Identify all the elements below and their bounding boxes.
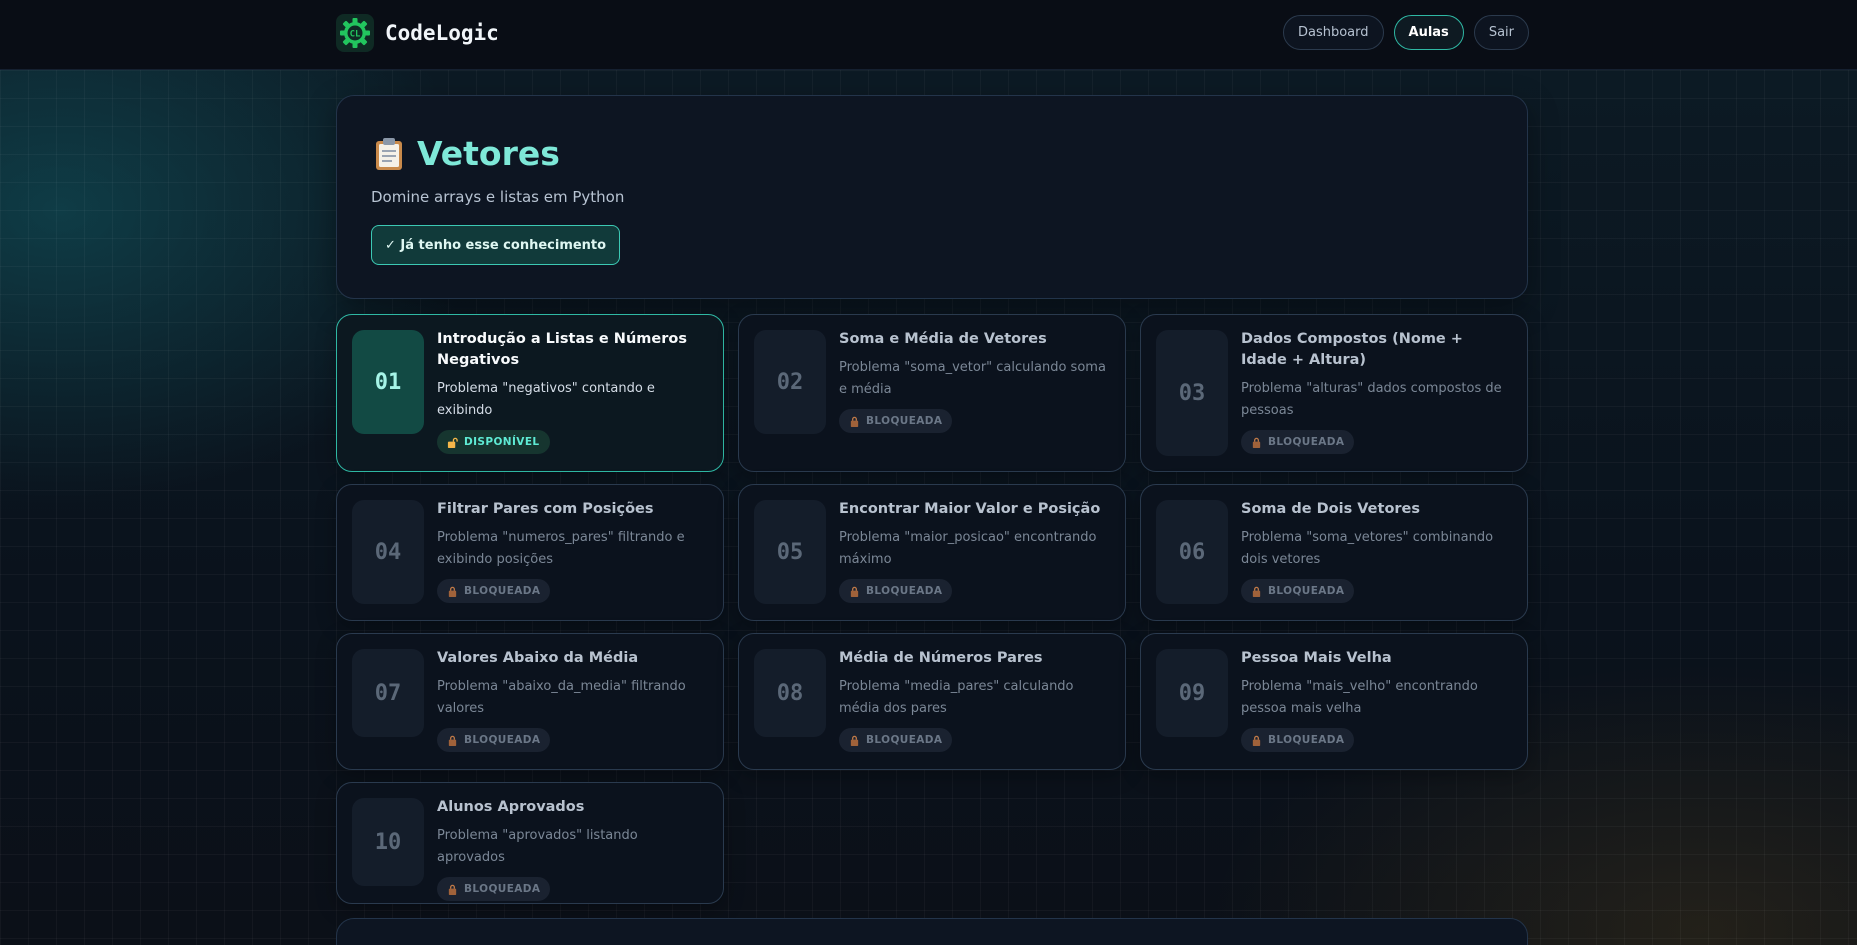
- lesson-number: 07: [352, 649, 424, 737]
- lesson-number: 05: [754, 500, 826, 604]
- lock-icon: [1252, 735, 1261, 746]
- lock-icon: [1252, 437, 1261, 448]
- lesson-status-badge: BLOQUEADA: [437, 877, 551, 901]
- lesson-number: 01: [352, 330, 424, 434]
- lesson-status-label: BLOQUEADA: [1268, 734, 1345, 746]
- lesson-number: 06: [1156, 500, 1228, 604]
- lesson-description: Problema "soma_vetor" calculando soma e …: [839, 360, 1106, 397]
- lesson-body: Soma de Dois Vetores Problema "soma_vetor…: [1241, 499, 1513, 603]
- lesson-status-label: BLOQUEADA: [866, 415, 943, 427]
- module-subtitle: Domine arrays e listas em Python: [371, 188, 625, 206]
- lesson-number: 08: [754, 649, 826, 737]
- module-title-row: Vetores: [375, 134, 560, 173]
- lesson-status-badge: DISPONÍVEL: [437, 430, 550, 454]
- lesson-body: Valores Abaixo da Média Problema "abaixo_…: [437, 648, 709, 752]
- next-section-card: [336, 918, 1528, 945]
- lesson-card[interactable]: 04 Filtrar Pares com Posições Problema "nu…: [336, 484, 724, 621]
- gear-logo-icon: CL: [336, 14, 374, 52]
- lesson-card[interactable]: 06 Soma de Dois Vetores Problema "soma_vet…: [1140, 484, 1528, 621]
- lesson-title: Soma e Média de Vetores: [839, 331, 1047, 347]
- lesson-status-label: BLOQUEADA: [464, 883, 541, 895]
- nav-sair-button[interactable]: Sair: [1473, 15, 1529, 50]
- lesson-number: 02: [754, 330, 826, 434]
- brand-name: CodeLogic: [385, 21, 499, 45]
- lesson-title: Alunos Aprovados: [437, 799, 585, 815]
- lesson-card[interactable]: 07 Valores Abaixo da Média Problema "abaix…: [336, 633, 724, 770]
- lesson-status-badge: BLOQUEADA: [839, 728, 953, 752]
- lesson-description: Problema "negativos" contando e exibindo: [437, 381, 655, 418]
- lesson-description: Problema "maior_posicao" encontrando máx…: [839, 530, 1097, 567]
- lesson-status-label: BLOQUEADA: [1268, 436, 1345, 448]
- nav-aulas-button[interactable]: Aulas: [1393, 15, 1464, 50]
- lesson-number: 03: [1156, 330, 1228, 456]
- lesson-body: Média de Números Pares Problema "media_pa…: [839, 648, 1111, 752]
- lesson-description: Problema "soma_vetores" combinando dois …: [1241, 530, 1494, 567]
- lock-icon: [448, 884, 457, 895]
- lesson-description: Problema "aprovados" listando aprovados: [437, 828, 638, 865]
- lesson-description: Problema "numeros_pares" filtrando e exi…: [437, 530, 685, 567]
- lesson-status-label: BLOQUEADA: [1268, 585, 1345, 597]
- lock-icon: [850, 586, 859, 597]
- lesson-status-label: BLOQUEADA: [464, 734, 541, 746]
- lesson-body: Introdução a Listas e Números Negativos P…: [437, 329, 709, 454]
- already-known-button[interactable]: ✓ Já tenho esse conhecimento: [371, 225, 621, 265]
- top-navbar: CL CodeLogic Dashboard Aulas Sair: [0, 0, 1857, 70]
- lesson-number: 10: [352, 798, 424, 886]
- lesson-body: Pessoa Mais Velha Problema "mais_velho" e…: [1241, 648, 1513, 752]
- lesson-title: Introdução a Listas e Números Negativos: [437, 331, 687, 368]
- svg-text:CL: CL: [350, 30, 361, 40]
- lesson-status-label: BLOQUEADA: [464, 585, 541, 597]
- lock-icon: [448, 735, 457, 746]
- lesson-card[interactable]: 08 Média de Números Pares Problema "media_…: [738, 633, 1126, 770]
- module-header-card: Vetores Domine arrays e listas em Python…: [336, 95, 1528, 299]
- lesson-card[interactable]: 09 Pessoa Mais Velha Problema "mais_velho"…: [1140, 633, 1528, 770]
- module-title: Vetores: [417, 134, 560, 173]
- lesson-status-label: BLOQUEADA: [866, 734, 943, 746]
- lock-icon: [1252, 586, 1261, 597]
- lesson-card[interactable]: 05 Encontrar Maior Valor e Posição Problem…: [738, 484, 1126, 621]
- lesson-description: Problema "media_pares" calculando média …: [839, 679, 1074, 716]
- unlock-icon: [447, 437, 458, 448]
- lock-icon: [448, 586, 457, 597]
- lock-icon: [850, 735, 859, 746]
- lesson-body: Filtrar Pares com Posições Problema "nume…: [437, 499, 709, 603]
- lesson-title: Valores Abaixo da Média: [437, 650, 639, 666]
- lesson-status-label: BLOQUEADA: [866, 585, 943, 597]
- lesson-description: Problema "alturas" dados compostos de pe…: [1241, 381, 1502, 418]
- lesson-title: Filtrar Pares com Posições: [437, 501, 654, 517]
- lesson-body: Encontrar Maior Valor e Posição Problema …: [839, 499, 1111, 603]
- lesson-body: Dados Compostos (Nome + Idade + Altura) P…: [1241, 329, 1513, 454]
- clipboard-icon: [376, 137, 402, 170]
- lesson-status-badge: BLOQUEADA: [1241, 430, 1355, 454]
- lesson-card[interactable]: 10 Alunos Aprovados Problema "aprovados" l…: [336, 782, 724, 904]
- lesson-status-badge: BLOQUEADA: [437, 728, 551, 752]
- lesson-number: 04: [352, 500, 424, 604]
- lesson-status-badge: BLOQUEADA: [839, 579, 953, 603]
- lesson-card[interactable]: 03 Dados Compostos (Nome + Idade + Altura…: [1140, 314, 1528, 472]
- lesson-title: Soma de Dois Vetores: [1241, 501, 1421, 517]
- lesson-status-badge: BLOQUEADA: [839, 409, 953, 433]
- lesson-status-badge: BLOQUEADA: [1241, 728, 1355, 752]
- lesson-body: Soma e Média de Vetores Problema "soma_ve…: [839, 329, 1111, 433]
- lesson-title: Dados Compostos (Nome + Idade + Altura): [1241, 331, 1463, 368]
- lesson-card[interactable]: 02 Soma e Média de Vetores Problema "soma_…: [738, 314, 1126, 472]
- lesson-status-label: DISPONÍVEL: [464, 436, 540, 448]
- lesson-title: Encontrar Maior Valor e Posição: [839, 501, 1101, 517]
- lesson-body: Alunos Aprovados Problema "aprovados" lis…: [437, 797, 709, 901]
- lesson-description: Problema "abaixo_da_media" filtrando val…: [437, 679, 686, 716]
- nav-dashboard-button[interactable]: Dashboard: [1282, 15, 1384, 50]
- lock-icon: [850, 416, 859, 427]
- lesson-number: 09: [1156, 649, 1228, 737]
- lesson-card[interactable]: 01 Introdução a Listas e Números Negativo…: [336, 314, 724, 472]
- lesson-title: Pessoa Mais Velha: [1241, 650, 1392, 666]
- lesson-status-badge: BLOQUEADA: [437, 579, 551, 603]
- lesson-title: Média de Números Pares: [839, 650, 1043, 666]
- main-nav: Dashboard Aulas Sair: [1282, 15, 1529, 50]
- lesson-status-badge: BLOQUEADA: [1241, 579, 1355, 603]
- brand-logo[interactable]: CL CodeLogic: [336, 14, 499, 52]
- lesson-description: Problema "mais_velho" encontrando pessoa…: [1241, 679, 1478, 716]
